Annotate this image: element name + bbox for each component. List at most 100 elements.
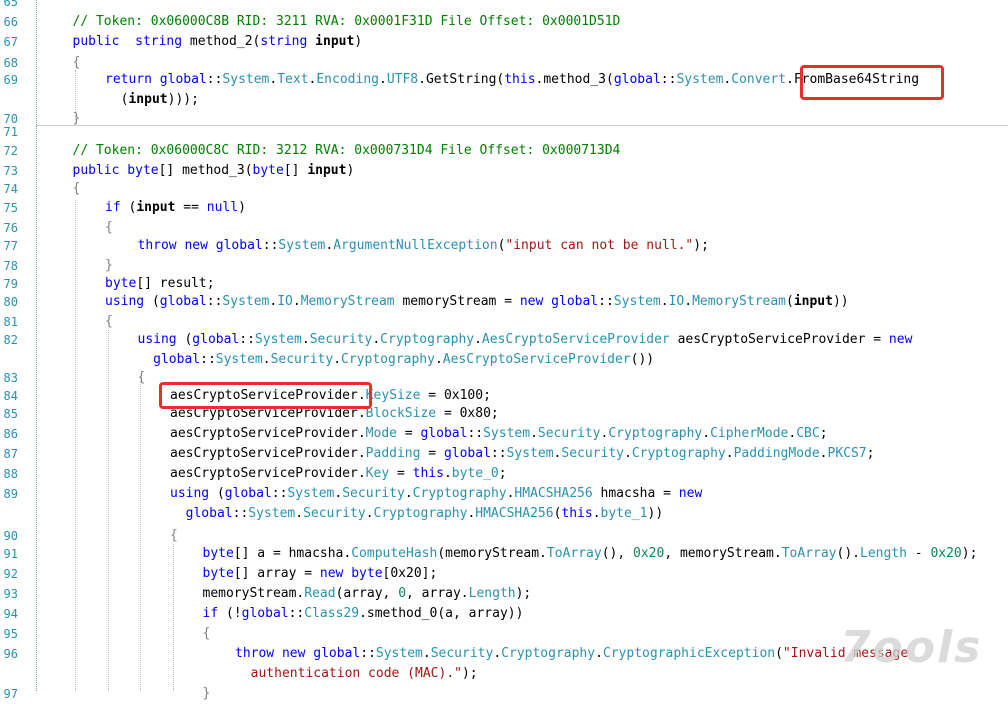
code-token: );	[461, 666, 478, 681]
code-token: global	[313, 646, 361, 661]
code-token: aesCryptoServiceProvider.	[170, 426, 366, 441]
code-token: ToArray	[546, 546, 602, 561]
highlight-aes-provider	[159, 382, 372, 409]
code-token: (!	[218, 606, 242, 621]
code-text: byte[] array = new byte[0x20];	[203, 564, 438, 584]
code-line: 76 {	[0, 218, 1008, 238]
line-number: 86	[3, 427, 18, 441]
code-token: 0x20	[930, 546, 962, 561]
code-token: {	[72, 181, 81, 196]
line-number: 93	[3, 587, 18, 601]
line-number: 73	[3, 164, 18, 178]
code-text: memoryStream.Read(array, 0, array.Length…	[203, 584, 532, 604]
code-token: .	[301, 332, 310, 347]
code-token: [] result;	[136, 276, 215, 291]
code-token: Security	[537, 426, 601, 441]
code-token: Class29	[304, 606, 360, 621]
code-token: );	[693, 238, 709, 253]
code-token: .	[702, 426, 711, 441]
code-token: CipherMode	[710, 426, 789, 441]
code-token: Convert	[731, 72, 787, 87]
code-text: global::System.Security.Cryptography.HMA…	[170, 504, 664, 524]
line-number: 74	[3, 182, 18, 196]
code-token: ==	[175, 200, 207, 215]
code-token: Security	[430, 646, 494, 661]
code-token: global	[443, 446, 491, 461]
code-token: input	[128, 92, 168, 107]
code-text: if (!global::Class29.smethod_0(a, array)…	[203, 604, 524, 624]
code-token: ::	[262, 238, 279, 253]
code-line: 84 aesCryptoServiceProvider.KeySize = 0x1…	[0, 386, 1008, 406]
code-token: ::	[271, 486, 288, 501]
code-token: .	[474, 332, 482, 347]
code-token: ::	[288, 606, 305, 621]
line-number: 88	[3, 467, 18, 481]
code-token: Cryptography	[373, 506, 468, 521]
code-token: =	[420, 446, 444, 461]
code-token: .	[624, 446, 632, 461]
code-text: aesCryptoServiceProvider.Mode = global::…	[170, 424, 828, 444]
code-token: (	[176, 332, 193, 347]
code-token: ::	[239, 332, 255, 347]
code-token: .method_3(	[535, 72, 614, 87]
code-line: 66 // Token: 0x06000C8B RID: 3211 RVA: 0x…	[0, 12, 1008, 32]
code-line: 73 public byte[] method_3(byte[] input)	[0, 161, 1008, 181]
code-editor[interactable]: 65 66 // Token: 0x06000C8B RID: 3211 RVA: …	[0, 0, 1008, 701]
code-token: hmacsha =	[592, 486, 679, 501]
code-text: public byte[] method_3(byte[] input)	[73, 161, 355, 181]
code-token: Security	[270, 352, 334, 367]
code-token: global	[241, 606, 289, 621]
line-number: 94	[3, 607, 18, 621]
code-token: .	[493, 646, 502, 661]
code-token: {	[105, 314, 113, 329]
code-token: PaddingMode	[733, 446, 820, 461]
code-token: .	[443, 466, 452, 481]
code-text: global::System.Security.Cryptography.Aes…	[138, 350, 654, 370]
code-text: return global::System.Text.Encoding.UTF8…	[105, 70, 919, 90]
code-line: global::System.Security.Cryptography.Aes…	[0, 350, 1008, 370]
code-token: {	[202, 626, 211, 641]
code-token: global	[215, 238, 263, 253]
code-token: if	[202, 606, 219, 621]
code-line: 91 byte[] a = hmacsha.ComputeHash(memoryS…	[0, 544, 1008, 564]
code-token: (	[209, 486, 225, 501]
line-number: 77	[3, 239, 18, 253]
code-token: public	[72, 34, 120, 49]
code-token: = 0x100;	[420, 388, 491, 403]
code-token: ::	[206, 72, 223, 87]
code-token: System	[483, 426, 531, 441]
code-token: ;	[498, 466, 507, 481]
code-token: [] array =	[233, 566, 320, 581]
line-number: 75	[3, 201, 18, 215]
line-number: 66	[3, 15, 18, 29]
line-number: 84	[3, 389, 18, 403]
code-token: global	[420, 426, 468, 441]
code-token: throw	[235, 646, 275, 661]
code-token: "input can not be null."	[505, 238, 694, 253]
code-token: CBC	[796, 426, 820, 441]
code-token: .	[372, 332, 381, 347]
code-token: ;	[819, 426, 828, 441]
code-token: .	[292, 294, 301, 309]
code-token: string	[260, 34, 308, 49]
code-text: throw new global::System.ArgumentNullExc…	[138, 236, 709, 256]
code-token: IO	[668, 294, 685, 309]
code-line: 65	[0, 0, 1008, 12]
line-number: 65	[3, 0, 18, 9]
code-token: ::	[232, 506, 249, 521]
code-token: ::	[467, 426, 484, 441]
code-token: new	[678, 486, 703, 501]
code-token: .smethod_0(a, array))	[359, 606, 524, 621]
code-token: public	[72, 163, 120, 178]
code-text: {	[105, 218, 113, 238]
code-token: if	[105, 200, 121, 215]
code-text: byte[] a = hmacsha.ComputeHash(memoryStr…	[203, 544, 978, 564]
code-token: (	[120, 200, 137, 215]
indent-guide	[75, 200, 76, 691]
code-token: =	[389, 466, 413, 481]
